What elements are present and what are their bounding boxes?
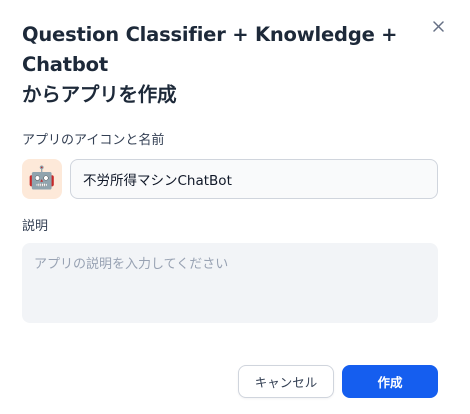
dialog-title-line1: Question Classifier + Knowledge + Chatbo…: [22, 23, 398, 76]
close-button[interactable]: [428, 16, 448, 36]
description-label: 説明: [22, 219, 49, 234]
app-name-input[interactable]: [70, 159, 438, 199]
create-app-dialog: Question Classifier + Knowledge + Chatbo…: [0, 0, 470, 414]
app-icon-picker[interactable]: 🤖: [22, 159, 62, 199]
close-icon: [432, 20, 444, 32]
create-button[interactable]: 作成: [342, 365, 438, 398]
description-textarea[interactable]: [22, 243, 438, 323]
dialog-title: Question Classifier + Knowledge + Chatbo…: [22, 20, 422, 110]
dialog-title-line2: からアプリを作成: [22, 83, 177, 106]
cancel-button[interactable]: キャンセル: [238, 365, 334, 398]
app-name-label: アプリのアイコンと名前: [22, 133, 165, 148]
robot-icon: 🤖: [28, 166, 56, 191]
